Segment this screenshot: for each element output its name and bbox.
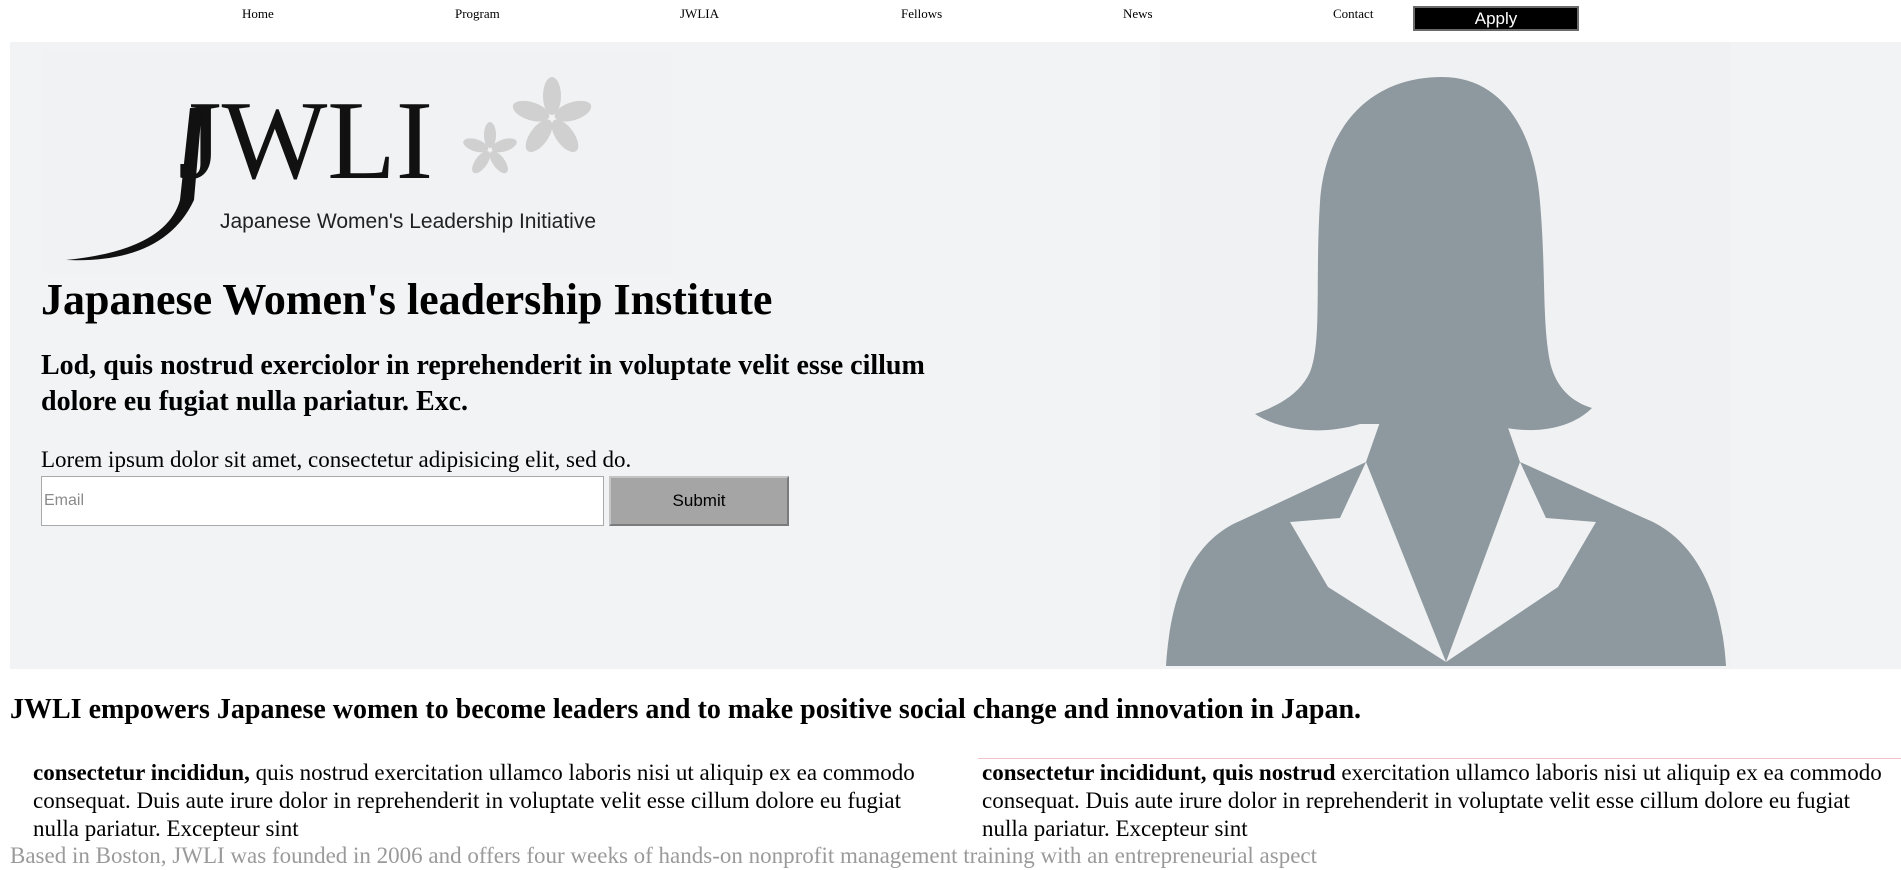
jwli-logo: JWLI Japanese Women's Leadership Initiat… xyxy=(42,50,672,274)
nav-link-program[interactable]: Program xyxy=(455,6,500,22)
logo-wordmark: JWLI xyxy=(178,79,433,203)
nav-link-contact[interactable]: Contact xyxy=(1333,6,1373,22)
column-right-lead: consectetur incididunt, quis nostrud xyxy=(982,760,1336,785)
logo-tagline: Japanese Women's Leadership Initiative xyxy=(220,210,596,233)
column-left-lead: consectetur incididun, xyxy=(33,760,250,785)
mission-statement: JWLI empowers Japanese women to become l… xyxy=(10,694,1362,725)
hero-text: Lorem ipsum dolor sit amet, consectetur … xyxy=(41,447,632,472)
profile-silhouette-image xyxy=(1160,42,1731,666)
nav-link-fellows[interactable]: Fellows xyxy=(901,6,942,22)
nav-link-home[interactable]: Home xyxy=(242,6,274,22)
apply-button[interactable]: Apply xyxy=(1413,6,1579,31)
page-title: Japanese Women's leadership Institute xyxy=(41,275,773,324)
person-silhouette-icon xyxy=(1166,77,1726,666)
email-field[interactable] xyxy=(41,476,604,526)
jwli-logo-graphic: JWLI Japanese Women's Leadership Initiat… xyxy=(66,77,596,261)
sakura-icon xyxy=(463,77,592,174)
hero-subtitle: Lod, quis nostrud exerciolor in reprehen… xyxy=(41,350,925,417)
nav-link-news[interactable]: News xyxy=(1123,6,1153,22)
top-navigation: Home Program JWLIA Fellows News Contact … xyxy=(0,0,1901,42)
nav-link-jwlia[interactable]: JWLIA xyxy=(680,6,719,22)
hero-section: JWLI Japanese Women's Leadership Initiat… xyxy=(10,42,1901,669)
content-column-right: consectetur incididunt, quis nostrud exe… xyxy=(982,759,1892,843)
about-text: Based in Boston, JWLI was founded in 200… xyxy=(10,843,1318,868)
submit-button[interactable]: Submit xyxy=(609,476,789,526)
content-column-left: consectetur incididun, quis nostrud exer… xyxy=(33,759,943,843)
